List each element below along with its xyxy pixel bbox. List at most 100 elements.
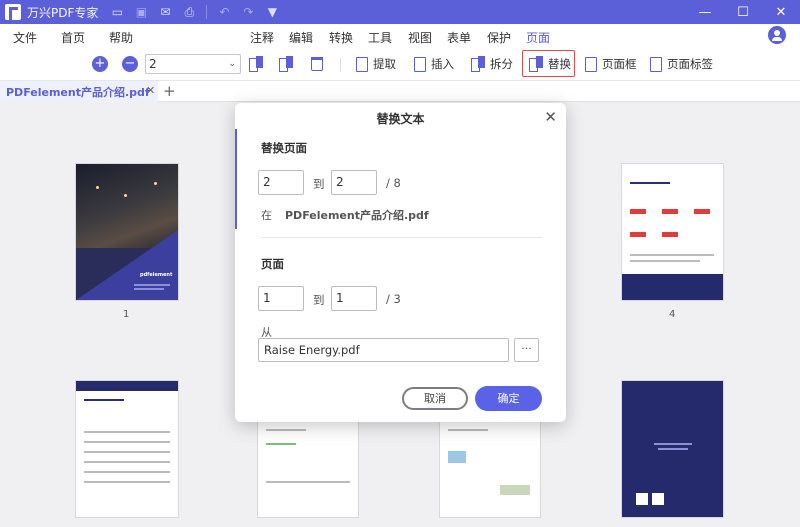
page-thumbnail-8[interactable] bbox=[622, 381, 723, 517]
app-logo-icon bbox=[5, 4, 21, 20]
source-from-input[interactable]: 1 bbox=[258, 286, 304, 311]
menu-protect[interactable]: 保护 bbox=[487, 29, 511, 46]
mail-icon[interactable]: ✉ bbox=[158, 5, 172, 19]
cancel-button[interactable]: 取消 bbox=[402, 387, 468, 410]
text-line bbox=[266, 481, 350, 483]
minimize-button[interactable]: — bbox=[686, 0, 724, 24]
table-line bbox=[84, 461, 170, 463]
browse-file-button[interactable]: ··· bbox=[514, 338, 539, 362]
extract-icon bbox=[356, 56, 368, 72]
quick-access-toolbar: ▭ ▣ ✉ ⎙ ↶ ↷ ▼ bbox=[110, 5, 279, 19]
table-line bbox=[84, 471, 170, 473]
page-footer-band bbox=[622, 274, 723, 300]
page-number-value: 2 bbox=[149, 57, 157, 71]
page-box-icon bbox=[585, 56, 597, 72]
user-avatar-icon[interactable] bbox=[768, 26, 786, 44]
zoom-in-icon: + bbox=[92, 56, 108, 72]
cover-brand: pdfelement bbox=[140, 272, 173, 278]
menu-page[interactable]: 页面 bbox=[526, 29, 551, 50]
page-toolbar: + − 2 ⌄ 提取 插入 拆分 替换 页面框 页面标签 bbox=[0, 48, 800, 80]
source-to-label: 到 bbox=[313, 293, 325, 307]
page-heading-line bbox=[84, 399, 124, 401]
ok-button[interactable]: 确定 bbox=[475, 386, 542, 411]
insert-icon bbox=[414, 56, 426, 72]
print-icon[interactable]: ⎙ bbox=[182, 5, 196, 19]
dialog-title: 替换文本 bbox=[376, 112, 425, 126]
save-icon[interactable]: ▣ bbox=[134, 5, 148, 19]
replace-dialog: 替换文本 ✕ 替换页面 2 到 2 / 8 在 PDFelement产品介绍.p… bbox=[235, 103, 566, 422]
menu-help[interactable]: 帮助 bbox=[109, 29, 133, 46]
close-window-button[interactable]: ✕ bbox=[762, 0, 800, 24]
replace-total-pages: / 8 bbox=[386, 176, 401, 190]
open-folder-icon[interactable]: ▭ bbox=[110, 5, 124, 19]
cover-text-line bbox=[134, 288, 164, 290]
page-label-label: 页面标签 bbox=[667, 57, 713, 71]
replace-button-highlight bbox=[522, 50, 575, 77]
menu-tools[interactable]: 工具 bbox=[368, 29, 392, 46]
page-box-label: 页面框 bbox=[602, 57, 637, 71]
menu-form[interactable]: 表单 bbox=[447, 29, 471, 46]
qr-code-icon bbox=[636, 493, 648, 505]
new-tab-button[interactable]: + bbox=[163, 82, 176, 100]
insert-button[interactable]: 插入 bbox=[414, 53, 454, 75]
text-line bbox=[630, 260, 700, 262]
maximize-button[interactable]: ☐ bbox=[724, 0, 762, 24]
redo-icon[interactable]: ↷ bbox=[241, 5, 255, 19]
document-tab-bar: PDFelement产品介绍.pdf ✕ + bbox=[0, 80, 800, 102]
split-icon bbox=[471, 56, 485, 72]
lamp-light bbox=[154, 182, 157, 185]
menu-edit[interactable]: 编辑 bbox=[289, 29, 313, 46]
cover-text-line bbox=[134, 284, 170, 286]
red-tag bbox=[630, 232, 646, 237]
page-box-button[interactable]: 页面框 bbox=[585, 53, 637, 75]
menu-annotate[interactable]: 注释 bbox=[250, 29, 274, 46]
title-bar: 万兴PDF专家 ▭ ▣ ✉ ⎙ ↶ ↷ ▼ — ☐ ✕ bbox=[0, 0, 800, 24]
menu-bar: 文件 首页 帮助 注释 编辑 转换 工具 视图 表单 保护 页面 bbox=[0, 24, 800, 50]
photo-block bbox=[500, 485, 530, 495]
insert-page-before-button[interactable] bbox=[249, 53, 263, 75]
dialog-divider bbox=[261, 237, 542, 238]
replace-to-label: 到 bbox=[313, 177, 325, 191]
zoom-out-icon: − bbox=[122, 56, 138, 72]
extract-button[interactable]: 提取 bbox=[356, 53, 396, 75]
replace-from-input[interactable]: 2 bbox=[258, 170, 304, 195]
page-label-button[interactable]: 页面标签 bbox=[650, 53, 713, 75]
split-button[interactable]: 拆分 bbox=[471, 53, 513, 75]
document-tab-label: PDFelement产品介绍.pdf bbox=[6, 86, 150, 99]
table-line bbox=[84, 441, 170, 443]
text-line bbox=[448, 429, 488, 431]
delete-page-button[interactable] bbox=[311, 53, 323, 75]
trash-icon bbox=[311, 57, 323, 71]
page-thumbnail-5[interactable] bbox=[76, 381, 178, 517]
source-file-input[interactable]: Raise Energy.pdf bbox=[258, 338, 509, 362]
replace-to-input[interactable]: 2 bbox=[331, 170, 377, 195]
page-thumbnail-1[interactable]: pdfelement bbox=[76, 164, 178, 300]
close-tab-icon[interactable]: ✕ bbox=[146, 84, 155, 97]
zoom-out-button[interactable]: − bbox=[122, 53, 138, 75]
page-insert-icon bbox=[249, 56, 263, 72]
customize-dropdown-icon[interactable]: ▼ bbox=[265, 5, 279, 19]
dialog-close-button[interactable]: ✕ bbox=[544, 108, 557, 126]
red-tag bbox=[662, 209, 678, 214]
back-cover-text bbox=[658, 448, 688, 450]
table-line bbox=[84, 451, 170, 453]
undo-icon[interactable]: ↶ bbox=[217, 5, 231, 19]
extract-label: 提取 bbox=[373, 57, 396, 71]
zoom-in-button[interactable]: + bbox=[92, 53, 108, 75]
red-tag bbox=[662, 232, 678, 237]
table-line bbox=[84, 431, 170, 433]
page-header-band bbox=[76, 381, 178, 391]
insert-page-after-button[interactable] bbox=[279, 53, 293, 75]
insert-label: 插入 bbox=[431, 57, 454, 71]
page-number-select[interactable]: 2 ⌄ bbox=[145, 54, 241, 74]
source-to-input[interactable]: 1 bbox=[331, 286, 377, 311]
menu-convert[interactable]: 转换 bbox=[329, 29, 353, 46]
toolbar-divider bbox=[340, 58, 341, 72]
in-label: 在 bbox=[261, 209, 272, 222]
menu-view[interactable]: 视图 bbox=[408, 29, 432, 46]
page-number-label: 4 bbox=[669, 309, 676, 320]
document-tab[interactable]: PDFelement产品介绍.pdf ✕ bbox=[0, 81, 158, 102]
menu-file[interactable]: 文件 bbox=[13, 29, 37, 46]
page-thumbnail-4[interactable] bbox=[622, 164, 723, 300]
menu-home[interactable]: 首页 bbox=[61, 29, 85, 46]
